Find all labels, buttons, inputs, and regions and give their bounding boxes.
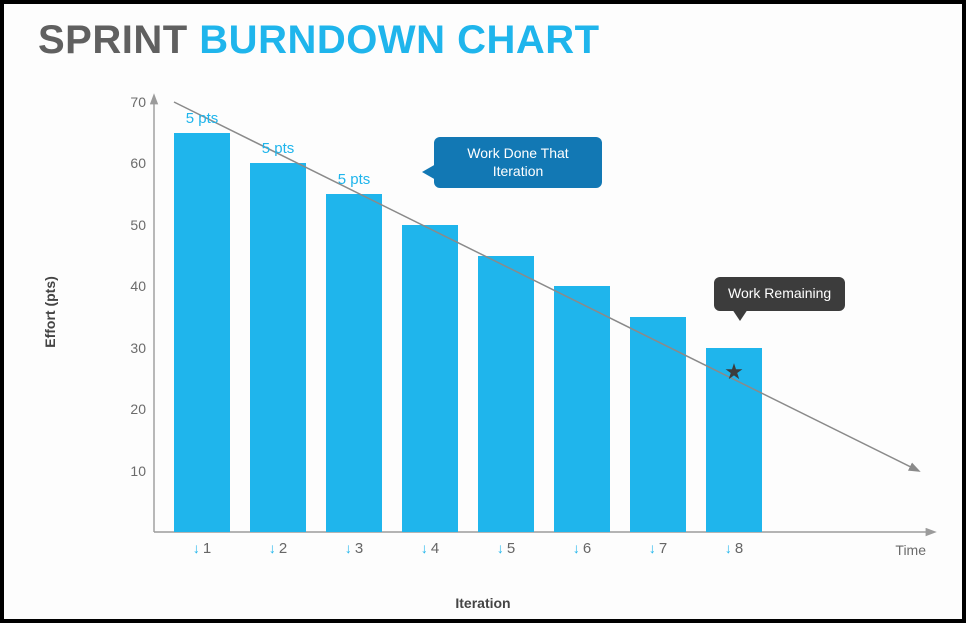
down-arrow-icon: ↓ [193,540,200,556]
y-tick: 60 [112,155,146,171]
callout-work-done: Work Done That Iteration [434,137,602,188]
down-arrow-icon: ↓ [269,540,276,556]
x-axis-time-label: Time [895,542,926,558]
bar-value-label: 5 pts [262,140,295,157]
star-icon: ★ [724,359,744,385]
x-tick: ↓7 [649,540,667,557]
down-arrow-icon: ↓ [573,540,580,556]
down-arrow-icon: ↓ [725,540,732,556]
down-arrow-icon: ↓ [649,540,656,556]
y-axis-label: Effort (pts) [42,276,58,348]
down-arrow-icon: ↓ [421,540,428,556]
x-tick: ↓3 [345,540,363,557]
page-title: SPRINT BURNDOWN CHART [38,18,600,63]
x-tick: ↓2 [269,540,287,557]
y-tick: 10 [112,463,146,479]
x-tick: ↓1 [193,540,211,557]
bar-value-label: 5 pts [186,110,219,127]
bar-value-label: 5 pts [338,171,371,188]
y-tick: 70 [112,94,146,110]
x-tick: ↓5 [497,540,515,557]
callout-work-remaining: Work Remaining [714,277,845,311]
x-axis-label: Iteration [4,595,962,611]
title-accent: BURNDOWN CHART [199,18,599,62]
y-tick: 20 [112,401,146,417]
title-left: SPRINT [38,18,199,62]
x-tick: ↓4 [421,540,439,557]
down-arrow-icon: ↓ [345,540,352,556]
chart-frame: SPRINT BURNDOWN CHART Effort (pts) Itera… [0,0,966,623]
burndown-chart: Time 10203040506070↓15 pts↓25 pts↓35 pts… [154,102,934,532]
x-tick: ↓8 [725,540,743,557]
x-tick: ↓6 [573,540,591,557]
y-tick: 30 [112,340,146,356]
y-tick: 50 [112,217,146,233]
down-arrow-icon: ↓ [497,540,504,556]
y-tick: 40 [112,278,146,294]
